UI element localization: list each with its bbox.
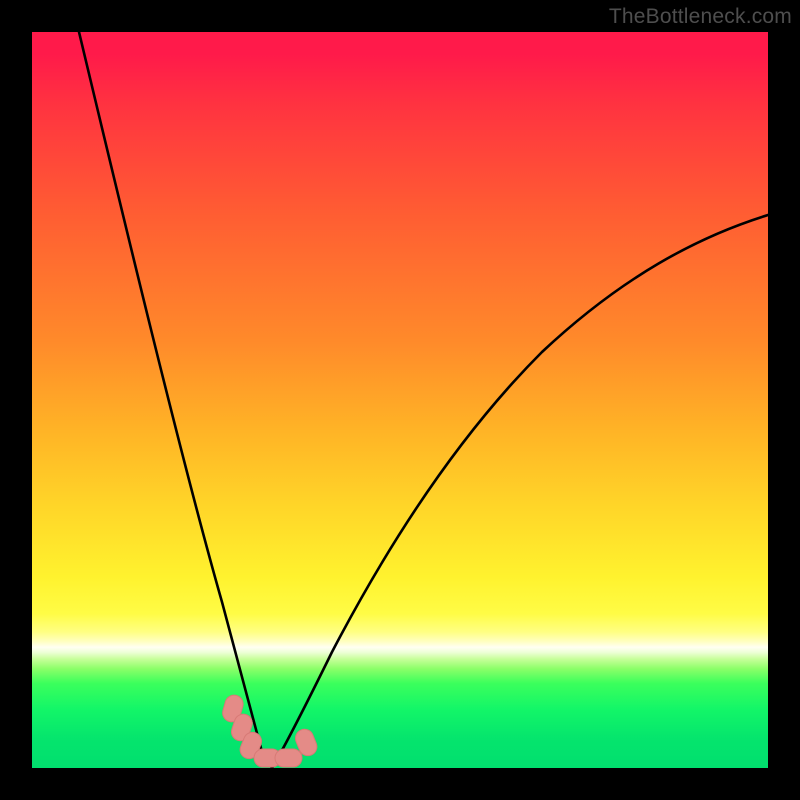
chart-plot-area [32, 32, 768, 768]
chart-frame: TheBottleneck.com [0, 0, 800, 800]
curve-right-branch [272, 215, 768, 768]
attribution-text: TheBottleneck.com [609, 5, 792, 29]
marker-dot [275, 749, 302, 767]
curve-left-branch [79, 32, 272, 768]
chart-svg [32, 32, 768, 768]
